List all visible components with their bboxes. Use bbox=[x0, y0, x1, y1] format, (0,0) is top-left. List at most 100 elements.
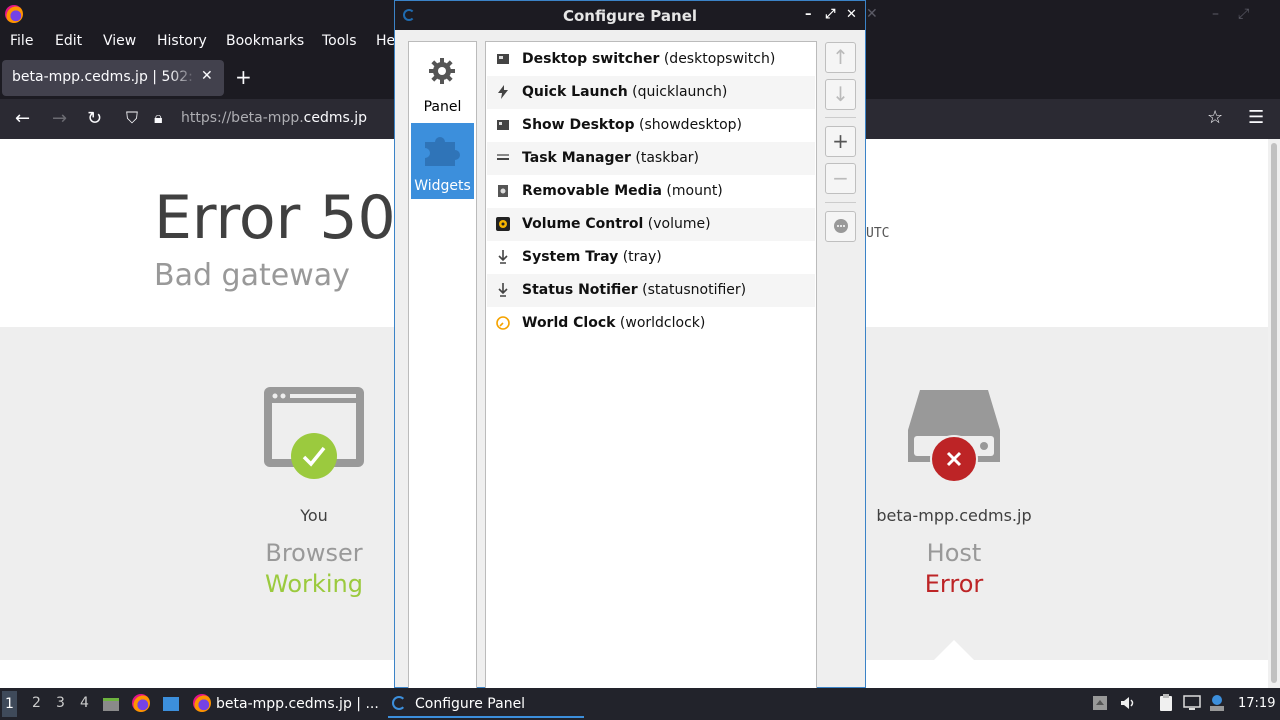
widget-id: (worldclock) bbox=[619, 315, 706, 331]
remove-widget-button[interactable]: − bbox=[825, 163, 856, 194]
file-manager-icon[interactable] bbox=[102, 695, 120, 713]
host-status: Error bbox=[924, 570, 984, 598]
utc-label: UTC bbox=[866, 226, 890, 241]
list-item[interactable]: Status Notifier (statusnotifier) bbox=[487, 274, 815, 307]
widget-id: (statusnotifier) bbox=[642, 282, 747, 298]
network-tray-icon[interactable] bbox=[1183, 694, 1201, 712]
widget-id: (mount) bbox=[666, 183, 723, 199]
separator bbox=[825, 202, 856, 203]
taskbar bbox=[0, 688, 1280, 720]
sidebar-item-panel[interactable]: Panel bbox=[411, 44, 474, 120]
menu-tools[interactable]: Tools bbox=[322, 33, 357, 49]
error-code: Error 50 bbox=[154, 183, 396, 253]
volume-icon bbox=[496, 217, 510, 231]
widget-id: (desktopswitch) bbox=[663, 51, 776, 67]
dialog-minimize-icon[interactable]: – bbox=[805, 7, 812, 22]
hamburger-menu-icon[interactable]: ☰ bbox=[1248, 107, 1264, 128]
tab-close-icon[interactable]: ✕ bbox=[201, 68, 213, 84]
firefox-launcher-icon[interactable] bbox=[132, 694, 150, 712]
puzzle-icon bbox=[425, 137, 461, 166]
active-task-indicator bbox=[388, 716, 584, 718]
volume-tray-icon[interactable] bbox=[1119, 694, 1137, 712]
error-x-icon bbox=[930, 435, 978, 483]
widget-name: Quick Launch bbox=[522, 84, 628, 100]
reload-icon[interactable]: ↻ bbox=[87, 108, 102, 129]
firefox-task-icon bbox=[193, 694, 211, 712]
task-configure-panel[interactable]: Configure Panel bbox=[415, 696, 525, 712]
move-up-button[interactable]: ↑ bbox=[825, 42, 856, 73]
browser-label: Browser bbox=[265, 539, 363, 567]
task-firefox[interactable]: beta-mpp.cedms.jp | ... bbox=[216, 696, 379, 712]
menu-file[interactable]: File bbox=[10, 33, 33, 49]
widget-name: System Tray bbox=[522, 249, 619, 265]
tab-active[interactable]: beta-mpp.cedms.jp | 502: Bad gateway ✕ bbox=[2, 60, 224, 96]
widget-name: Removable Media bbox=[522, 183, 662, 199]
widget-name: World Clock bbox=[522, 315, 616, 331]
dialog-title: Configure Panel bbox=[562, 7, 698, 25]
widget-list: Desktop switcher (desktopswitch) Quick L… bbox=[485, 41, 817, 689]
maximize-icon[interactable]: ⤢ bbox=[1238, 6, 1249, 22]
dialog-close-icon[interactable]: ✕ bbox=[846, 7, 857, 22]
bookmark-star-icon[interactable]: ☆ bbox=[1207, 107, 1223, 128]
workspace-3[interactable]: 3 bbox=[56, 695, 65, 711]
widget-name: Status Notifier bbox=[522, 282, 638, 298]
list-item[interactable]: Quick Launch (quicklaunch) bbox=[487, 76, 815, 109]
menu-view[interactable]: View bbox=[103, 33, 136, 49]
notifier-icon bbox=[498, 283, 508, 297]
shield-icon[interactable]: ⛉ bbox=[126, 108, 138, 128]
clipboard-tray-icon[interactable] bbox=[1157, 694, 1175, 712]
add-widget-button[interactable]: + bbox=[825, 126, 856, 157]
widget-name: Task Manager bbox=[522, 150, 631, 166]
url-domain: cedms.jp bbox=[303, 110, 368, 126]
menu-bookmarks[interactable]: Bookmarks bbox=[226, 33, 304, 49]
show-desktop-launcher-icon[interactable] bbox=[162, 695, 180, 713]
workspace-1[interactable]: 1 bbox=[2, 691, 17, 717]
notification-tray-icon[interactable] bbox=[1208, 694, 1226, 712]
minimize-icon[interactable]: – bbox=[1212, 6, 1219, 22]
taskbar-icon bbox=[497, 154, 509, 160]
new-tab-icon[interactable]: + bbox=[235, 65, 252, 89]
list-item[interactable]: Volume Control (volume) bbox=[487, 208, 815, 241]
show-desktop-icon bbox=[497, 120, 509, 130]
configure-panel-task-icon bbox=[392, 696, 406, 710]
error-text: Bad gateway bbox=[154, 258, 350, 293]
menu-help[interactable]: He bbox=[376, 33, 395, 49]
workspace-2[interactable]: 2 bbox=[32, 695, 41, 711]
status-pointer bbox=[934, 640, 974, 660]
widget-id: (quicklaunch) bbox=[632, 84, 728, 100]
widget-id: (tray) bbox=[622, 249, 662, 265]
dialog-maximize-icon[interactable]: ⤢ bbox=[825, 7, 835, 22]
widget-id: (showdesktop) bbox=[639, 117, 742, 133]
configure-panel-dialog: Configure Panel – ⤢ ✕ Panel Widgets Desk… bbox=[394, 0, 866, 689]
dialog-sidebar: Panel Widgets bbox=[408, 41, 477, 689]
back-icon[interactable]: ← bbox=[15, 108, 30, 129]
list-item[interactable]: World Clock (worldclock) bbox=[487, 307, 815, 340]
list-item[interactable]: Removable Media (mount) bbox=[487, 175, 815, 208]
list-item[interactable]: Desktop switcher (desktopswitch) bbox=[487, 43, 815, 76]
move-down-button[interactable]: ↓ bbox=[825, 79, 856, 110]
workspace-4[interactable]: 4 bbox=[80, 695, 89, 711]
url-bar[interactable]: https://beta-mpp.cedms.jp bbox=[181, 110, 367, 126]
lock-icon[interactable]: 🔒︎ bbox=[154, 108, 163, 128]
list-item[interactable]: Task Manager (taskbar) bbox=[487, 142, 815, 175]
list-item[interactable]: System Tray (tray) bbox=[487, 241, 815, 274]
clock[interactable]: 17:19 bbox=[1238, 696, 1275, 711]
drive-icon bbox=[498, 185, 508, 197]
widget-id: (taskbar) bbox=[635, 150, 700, 166]
host-who: beta-mpp.cedms.jp bbox=[876, 506, 1032, 525]
browser-who: You bbox=[300, 506, 328, 525]
host-label: Host bbox=[926, 539, 982, 567]
forward-icon[interactable]: → bbox=[52, 108, 67, 129]
list-item[interactable]: Show Desktop (showdesktop) bbox=[487, 109, 815, 142]
scrollbar-thumb[interactable] bbox=[1271, 143, 1277, 683]
widget-settings-button[interactable] bbox=[825, 211, 856, 242]
menu-history[interactable]: History bbox=[157, 33, 207, 49]
sidebar-item-label: Panel bbox=[423, 99, 462, 115]
menu-edit[interactable]: Edit bbox=[55, 33, 82, 49]
sidebar-item-widgets[interactable]: Widgets bbox=[411, 123, 474, 199]
drive-tray-icon[interactable] bbox=[1091, 694, 1109, 712]
widget-name: Volume Control bbox=[522, 216, 644, 232]
widget-name: Show Desktop bbox=[522, 117, 635, 133]
check-icon bbox=[291, 433, 337, 479]
close-icon[interactable]: ✕ bbox=[866, 6, 878, 22]
